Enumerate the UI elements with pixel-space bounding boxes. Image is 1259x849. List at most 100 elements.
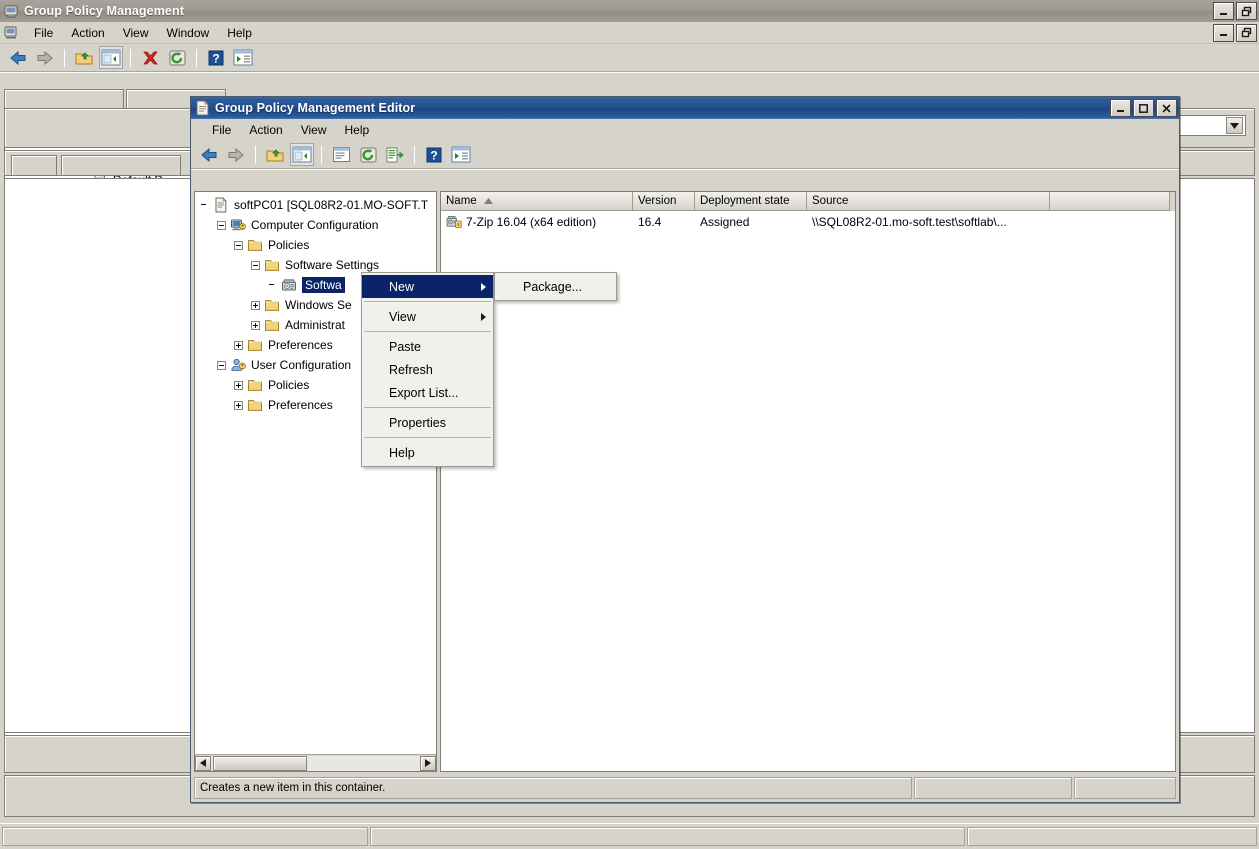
- scroll-track[interactable]: [211, 755, 420, 771]
- main-menu-action[interactable]: Action: [62, 23, 113, 43]
- editor-titlebar-buttons: [1110, 99, 1177, 117]
- folder-icon: [264, 257, 281, 273]
- show-hide-console-tree-icon[interactable]: [290, 143, 314, 166]
- show-hide-console-tree-icon[interactable]: [99, 46, 123, 69]
- main-menu-help[interactable]: Help: [218, 23, 261, 43]
- main-window-titlebar[interactable]: Group Policy Management: [0, 0, 1259, 22]
- tree-expander-plus[interactable]: [234, 400, 243, 410]
- context-menu-item[interactable]: Paste: [362, 335, 493, 358]
- editor-menu-file[interactable]: File: [203, 120, 240, 140]
- context-menu-item[interactable]: Help: [362, 441, 493, 464]
- mmc-console-icon: [4, 4, 19, 19]
- tree-expander-minus[interactable]: [234, 240, 243, 250]
- main-menu-file[interactable]: File: [25, 23, 62, 43]
- view-icon[interactable]: [449, 143, 473, 166]
- editor-menubar: File Action View Help: [191, 119, 1179, 141]
- tree-expander-minus[interactable]: [217, 360, 226, 370]
- list-column-header[interactable]: [1050, 192, 1170, 211]
- tree-expander-plus[interactable]: [251, 320, 260, 330]
- up-one-level-icon[interactable]: [263, 143, 287, 166]
- toolbar-separator: [130, 48, 131, 67]
- results-subtab-2[interactable]: [61, 155, 181, 175]
- context-menu-item[interactable]: Export List...: [362, 381, 493, 404]
- submenu-item-package[interactable]: Package...: [495, 275, 616, 298]
- tree-expander-plus[interactable]: [251, 300, 260, 310]
- editor-tree-node[interactable]: Computer Configuration: [195, 215, 436, 235]
- tree-expander-minus[interactable]: [251, 260, 260, 270]
- context-menu-item[interactable]: New: [362, 275, 493, 298]
- delete-icon[interactable]: [138, 46, 162, 69]
- editor-tree-horizontal-scrollbar[interactable]: [195, 754, 436, 771]
- context-menu-item[interactable]: Properties: [362, 411, 493, 434]
- list-column-header[interactable]: Source: [807, 192, 1050, 211]
- back-icon[interactable]: [197, 143, 221, 166]
- editor-menu-help[interactable]: Help: [336, 120, 379, 140]
- back-icon[interactable]: [6, 46, 30, 69]
- context-menu-item[interactable]: View: [362, 305, 493, 328]
- toolbar-separator: [196, 48, 197, 67]
- help-icon[interactable]: ?: [422, 143, 446, 166]
- up-one-level-icon[interactable]: [72, 46, 96, 69]
- list-cell-deployment_state: Assigned: [700, 214, 750, 229]
- context-menu-item-label: Export List...: [389, 385, 459, 400]
- tree-expander-plus[interactable]: [234, 380, 243, 390]
- mdi-minimize-button[interactable]: [1213, 23, 1234, 42]
- forward-icon[interactable]: [224, 143, 248, 166]
- context-menu-item-label: Properties: [389, 415, 446, 430]
- tree-expander-plus[interactable]: [234, 340, 243, 350]
- editor-tree-node[interactable]: softPC01 [SQL08R2-01.MO-SOFT.T: [195, 195, 436, 215]
- editor-toolbar: ?: [191, 141, 1179, 169]
- user-configuration-icon: [230, 357, 247, 373]
- scroll-left-button[interactable]: [195, 755, 211, 771]
- software-installation-context-menu[interactable]: New View Paste Refresh Export List... Prope…: [361, 272, 494, 467]
- editor-tree-node-label: Software Settings: [285, 258, 380, 272]
- toolbar-separator: [414, 145, 415, 164]
- editor-titlebar[interactable]: Group Policy Management Editor: [191, 97, 1179, 119]
- main-minimize-button[interactable]: [1213, 2, 1234, 20]
- svg-text:?: ?: [430, 148, 437, 162]
- context-menu-separator: [364, 437, 491, 438]
- editor-tree-node-label: Policies: [268, 378, 310, 392]
- main-status-pane-1: [2, 827, 368, 846]
- refresh-icon[interactable]: [356, 143, 380, 166]
- chevron-down-icon[interactable]: [1226, 117, 1243, 134]
- editor-minimize-button[interactable]: [1110, 99, 1131, 117]
- main-menu-window[interactable]: Window: [158, 23, 219, 43]
- list-column-header[interactable]: Name: [441, 192, 633, 211]
- scroll-right-button[interactable]: [420, 755, 436, 771]
- list-column-header-label: Source: [812, 195, 849, 207]
- editor-tree-node[interactable]: Policies: [195, 235, 436, 255]
- context-menu-item-label: Refresh: [389, 362, 433, 377]
- editor-tree-node-label: softPC01 [SQL08R2-01.MO-SOFT.T: [234, 198, 429, 212]
- list-row[interactable]: 7-Zip 16.04 (x64 edition) 16.4 Assigned \\S…: [441, 211, 1175, 232]
- list-column-header[interactable]: Deployment state: [695, 192, 807, 211]
- list-column-header[interactable]: Version: [633, 192, 695, 211]
- export-list-icon[interactable]: [383, 143, 407, 166]
- main-menu-view[interactable]: View: [114, 23, 158, 43]
- main-status-pane-3: [967, 827, 1257, 846]
- submenu-arrow-icon: [481, 280, 486, 294]
- editor-maximize-button[interactable]: [1133, 99, 1154, 117]
- properties-window-icon[interactable]: [231, 46, 255, 69]
- editor-close-button[interactable]: [1156, 99, 1177, 117]
- tree-expander-minus[interactable]: [217, 220, 226, 230]
- gpme-icon: [213, 197, 230, 213]
- main-restore-button[interactable]: [1236, 2, 1257, 20]
- editor-menu-action[interactable]: Action: [240, 120, 291, 140]
- scroll-thumb[interactable]: [213, 755, 307, 771]
- forward-icon[interactable]: [33, 46, 57, 69]
- context-menu-item[interactable]: Refresh: [362, 358, 493, 381]
- editor-menu-view[interactable]: View: [292, 120, 336, 140]
- properties-icon[interactable]: [329, 143, 353, 166]
- new-submenu[interactable]: Package...: [494, 272, 618, 301]
- context-menu-item-label: Paste: [389, 339, 421, 354]
- toolbar-separator: [64, 48, 65, 67]
- results-subtab-1[interactable]: [11, 155, 57, 175]
- context-menu-separator: [364, 407, 491, 408]
- context-menu-separator: [364, 301, 491, 302]
- refresh-icon[interactable]: [165, 46, 189, 69]
- context-menu-item-label: New: [389, 279, 415, 294]
- results-tab-1[interactable]: [4, 89, 124, 108]
- help-icon[interactable]: ?: [204, 46, 228, 69]
- mdi-restore-button[interactable]: [1236, 23, 1257, 42]
